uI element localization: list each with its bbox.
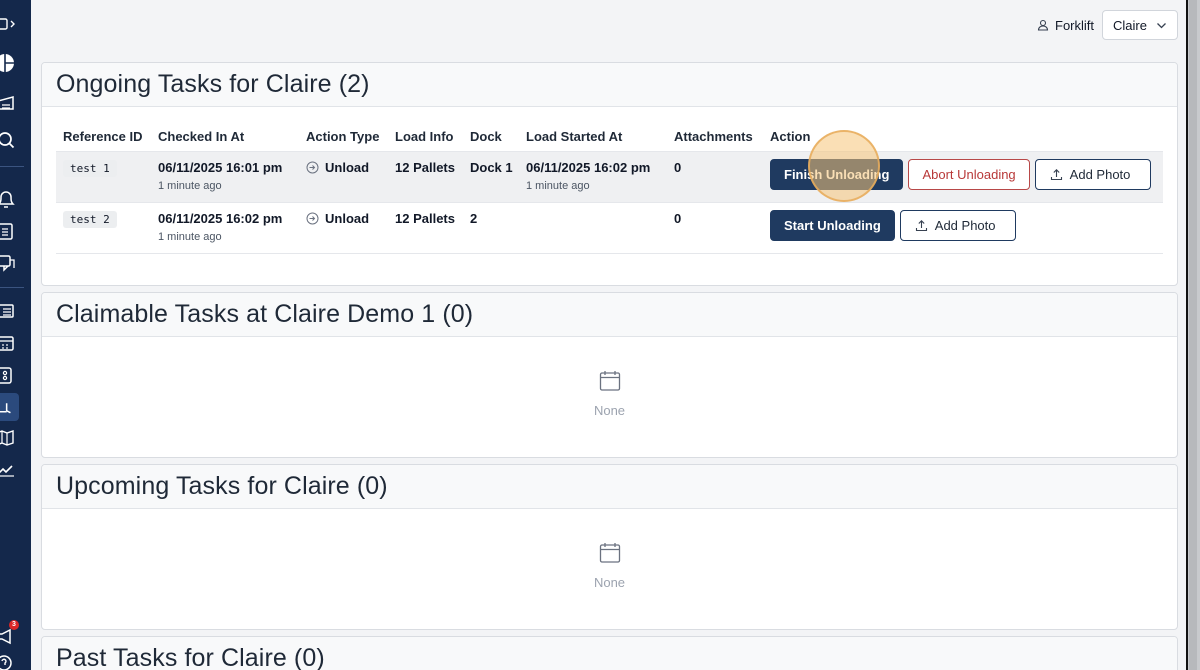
role-label: Forklift <box>1055 17 1094 33</box>
past-tasks-title: Past Tasks for Claire (0) <box>56 644 325 670</box>
checked-in-cell: 06/11/2025 16:02 pm 1 minute ago <box>151 201 299 254</box>
attachments-cell: 0 <box>667 201 763 254</box>
panel-header: Past Tasks for Claire (0) <box>42 637 1177 670</box>
megaphone-icon[interactable] <box>0 626 20 648</box>
col-checked-in-at: Checked In At <box>158 128 245 144</box>
panel-header: Ongoing Tasks for Claire (2) <box>42 63 1177 107</box>
warehouse-icon[interactable] <box>0 92 20 114</box>
window-scrollbar[interactable] <box>1186 0 1200 670</box>
calendar-icon[interactable] <box>0 332 20 354</box>
col-dock: Dock <box>470 128 502 144</box>
col-load-info: Load Info <box>395 128 454 144</box>
notification-badge: 3 <box>9 620 19 630</box>
add-photo-button[interactable]: Add Photo <box>1034 158 1151 190</box>
load-started-time: 06/11/2025 16:02 pm <box>526 159 651 175</box>
checked-in-cell: 06/11/2025 16:01 pm 1 minute ago <box>151 150 299 202</box>
help-icon[interactable] <box>0 652 20 670</box>
upcoming-tasks-panel: Upcoming Tasks for Claire (0) None <box>41 464 1178 630</box>
col-action-type: Action Type <box>306 128 380 144</box>
list-icon[interactable] <box>0 300 20 322</box>
load-started-cell: 06/11/2025 16:02 pm 1 minute ago <box>519 150 667 202</box>
col-load-started-at: Load Started At <box>526 128 623 144</box>
forklift-icon[interactable] <box>0 393 19 421</box>
calendar-icon <box>599 543 620 563</box>
action-cell: Finish Unloading Abort Unloading Add Pho… <box>763 150 1163 202</box>
top-bar: Forklift Claire <box>1037 10 1178 40</box>
user-select-value: Claire <box>1113 17 1147 33</box>
action-type-cell: Unload <box>299 150 388 202</box>
upload-icon <box>1050 168 1062 180</box>
checked-in-time: 06/11/2025 16:01 pm <box>158 159 283 175</box>
role-indicator: Forklift <box>1037 18 1094 33</box>
ongoing-tasks-panel: Ongoing Tasks for Claire (2) Reference I… <box>41 62 1178 286</box>
map-icon[interactable] <box>0 427 20 449</box>
finish-unloading-button[interactable]: Finish Unloading <box>770 158 904 190</box>
clipboard-icon[interactable] <box>0 220 20 242</box>
col-attachments: Attachments <box>674 128 753 144</box>
load-info-cell: 12 Pallets <box>388 201 463 254</box>
ref-cell: test 2 <box>56 201 151 254</box>
past-tasks-panel: Past Tasks for Claire (0) <box>41 636 1178 670</box>
ref-cell: test 1 <box>56 150 151 202</box>
attachments-cell: 0 <box>667 150 763 202</box>
action-cell: Start Unloading Add Photo <box>763 201 1163 254</box>
action-type-cell: Unload <box>299 201 388 254</box>
chevron-down-icon <box>1157 22 1166 28</box>
claimable-tasks-panel: Claimable Tasks at Claire Demo 1 (0) Non… <box>41 292 1178 458</box>
user-select[interactable]: Claire <box>1102 10 1178 40</box>
bell-icon[interactable] <box>0 189 20 211</box>
panel-header: Claimable Tasks at Claire Demo 1 (0) <box>42 293 1177 337</box>
panel-header: Upcoming Tasks for Claire (0) <box>42 465 1177 509</box>
dashboard-pie-icon[interactable] <box>0 52 20 74</box>
dock-cell: Dock 1 <box>463 150 519 202</box>
table-row: test 1 06/11/2025 16:01 pm 1 minute ago … <box>56 150 1163 202</box>
reference-id: test 2 <box>63 210 117 228</box>
upcoming-tasks-title: Upcoming Tasks for Claire (0) <box>56 472 388 500</box>
load-started-cell <box>519 201 667 254</box>
add-photo-button[interactable]: Add Photo <box>899 209 1016 241</box>
add-photo-label: Add Photo <box>1069 166 1131 182</box>
table-row: test 2 06/11/2025 16:02 pm 1 minute ago … <box>56 201 1163 254</box>
arrow-circle-right-icon <box>306 161 319 173</box>
sidebar: 3 <box>0 0 31 670</box>
sidebar-toggle-icon[interactable] <box>0 13 20 35</box>
ongoing-tasks-title: Ongoing Tasks for Claire (2) <box>56 70 370 98</box>
empty-label: None <box>593 575 626 590</box>
action-type-label: Unload <box>325 210 370 226</box>
load-started-relative: 1 minute ago <box>526 179 590 192</box>
scanner-icon[interactable] <box>0 364 20 386</box>
empty-label: None <box>593 403 626 418</box>
chat-icon[interactable] <box>0 252 20 274</box>
load-info-cell: 12 Pallets <box>388 150 463 202</box>
table-header-row: Reference ID Checked In At Action Type L… <box>56 122 1163 151</box>
user-icon <box>1037 19 1049 31</box>
empty-state: None <box>42 541 1177 590</box>
ongoing-tasks-table: Reference ID Checked In At Action Type L… <box>56 122 1163 254</box>
checked-in-relative: 1 minute ago <box>158 230 222 243</box>
claimable-tasks-title: Claimable Tasks at Claire Demo 1 (0) <box>56 300 474 328</box>
action-type-label: Unload <box>325 159 370 175</box>
calendar-icon <box>599 371 620 391</box>
arrow-circle-right-icon <box>306 212 319 224</box>
checked-in-relative: 1 minute ago <box>158 179 222 192</box>
checked-in-time: 06/11/2025 16:02 pm <box>158 210 283 226</box>
analytics-icon[interactable] <box>0 458 20 480</box>
col-action: Action <box>770 128 811 144</box>
empty-state: None <box>42 369 1177 418</box>
reference-id: test 1 <box>63 159 117 177</box>
start-unloading-button[interactable]: Start Unloading <box>770 209 895 241</box>
search-icon[interactable] <box>0 129 20 151</box>
abort-unloading-button[interactable]: Abort Unloading <box>908 158 1030 190</box>
col-reference-id: Reference ID <box>63 128 143 144</box>
upload-icon <box>915 219 927 231</box>
add-photo-label: Add Photo <box>934 217 996 233</box>
dock-cell: 2 <box>463 201 519 254</box>
